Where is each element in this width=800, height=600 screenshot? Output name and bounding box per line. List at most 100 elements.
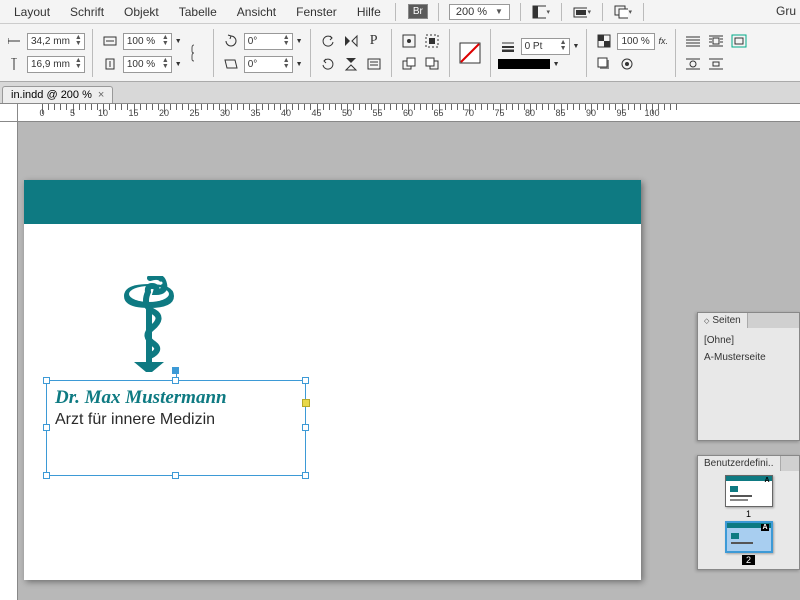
doctor-name-text: Dr. Max Mustermann (47, 381, 305, 409)
horizontal-ruler[interactable]: 0510152025303540455055606570758085909510… (18, 104, 800, 122)
user-defined-panel[interactable]: Benutzerdefini.. A 1 A 2 (697, 455, 800, 570)
text-frame-options-icon[interactable] (364, 54, 384, 74)
menu-layout[interactable]: Layout (4, 5, 60, 19)
resize-handle-mr[interactable] (302, 424, 309, 431)
menu-objekt[interactable]: Objekt (114, 5, 169, 19)
shear-field[interactable]: 0°▲▼ (244, 56, 293, 73)
scale-x-icon (100, 31, 120, 51)
scale-y-field[interactable]: 100 %▲▼ (123, 56, 172, 73)
fill-none-icon[interactable] (457, 40, 483, 66)
frame-fitting-icon[interactable] (729, 31, 749, 51)
separator (310, 29, 311, 77)
document-tab[interactable]: in.indd @ 200 % × (2, 86, 113, 103)
chevron-down-icon[interactable]: ▼ (573, 43, 580, 50)
stepper-icon[interactable]: ▲▼ (160, 35, 171, 47)
opacity-field[interactable]: 100 % (617, 33, 655, 50)
separator (438, 3, 439, 21)
ruler-origin[interactable] (0, 104, 18, 122)
separator (490, 29, 491, 77)
rotate-icon (221, 31, 241, 51)
master-none-entry[interactable]: [Ohne] (702, 332, 795, 349)
thumb-label-1: 1 (746, 509, 751, 519)
stepper-icon[interactable]: ▲▼ (558, 40, 569, 52)
drop-shadow-icon[interactable] (594, 54, 614, 74)
resize-handle-bl[interactable] (43, 472, 50, 479)
pages-panel[interactable]: ◇Seiten [Ohne] A-Musterseite (697, 312, 800, 441)
stepper-icon[interactable]: ▲▼ (160, 58, 171, 70)
page-thumb-1[interactable]: A (725, 475, 773, 507)
stroke-style-swatch[interactable] (498, 59, 550, 69)
scale-y-icon (100, 54, 120, 74)
flip-v-icon[interactable] (341, 54, 361, 74)
flip-h-icon[interactable] (341, 31, 361, 51)
stepper-icon[interactable]: ▲▼ (73, 58, 84, 70)
selected-text-frame[interactable]: Dr. Max Mustermann Arzt für innere Mediz… (46, 380, 306, 476)
x-icon (4, 31, 24, 51)
menu-fenster[interactable]: Fenster (286, 5, 347, 19)
master-a-entry[interactable]: A-Musterseite (702, 349, 795, 366)
chevron-down-icon[interactable]: ▼ (175, 61, 182, 68)
resize-handle-br[interactable] (302, 472, 309, 479)
vertical-ruler[interactable] (0, 122, 18, 600)
menu-ansicht[interactable]: Ansicht (227, 5, 286, 19)
separator (92, 29, 93, 77)
chevron-down-icon[interactable]: ▼ (553, 61, 560, 68)
separator (213, 29, 214, 77)
text-wrap-shape-icon[interactable] (683, 54, 703, 74)
user-panel-tab[interactable]: Benutzerdefini.. (698, 456, 781, 471)
text-wrap-jump-icon[interactable] (706, 54, 726, 74)
stroke-weight-field[interactable]: 0 Pt▲▼ (521, 38, 570, 55)
document-tab-bar: in.indd @ 200 % × (0, 82, 800, 104)
text-wrap-none-icon[interactable] (683, 31, 703, 51)
stepper-icon[interactable]: ▲▼ (281, 35, 292, 47)
link-scale-icon[interactable] (186, 43, 206, 63)
select-prev-icon[interactable] (399, 54, 419, 74)
doctor-subtitle-text: Arzt für innere Medizin (47, 409, 305, 431)
rotate-field[interactable]: 0°▲▼ (244, 33, 293, 50)
bridge-icon[interactable]: Br (408, 4, 428, 19)
stepper-icon[interactable]: ▲▼ (281, 58, 292, 70)
select-next-icon[interactable] (422, 54, 442, 74)
rotate-cw-icon[interactable] (318, 54, 338, 74)
paragraph-icon[interactable]: P (364, 31, 384, 51)
medical-bowl-snake-logo (114, 276, 184, 381)
y-icon (4, 54, 24, 74)
arrange-icon[interactable]: ▾ (613, 3, 633, 21)
workspace: Dr. Max Mustermann Arzt für innere Mediz… (0, 122, 800, 600)
resize-handle-tm[interactable] (172, 377, 179, 384)
menu-tabelle[interactable]: Tabelle (169, 5, 227, 19)
screen-mode-icon[interactable]: ▾ (572, 3, 592, 21)
page-thumb-2[interactable]: A (725, 521, 773, 553)
stepper-icon[interactable]: ▲▼ (73, 35, 84, 47)
resize-handle-tl[interactable] (43, 377, 50, 384)
page-header-bar (24, 180, 641, 224)
chevron-down-icon[interactable]: ▼ (296, 38, 303, 45)
select-container-icon[interactable] (399, 31, 419, 51)
select-content-icon[interactable] (422, 31, 442, 51)
rotate-ccw-icon[interactable] (318, 31, 338, 51)
separator (520, 3, 521, 21)
chevron-down-icon[interactable]: ▼ (175, 38, 182, 45)
live-corner-handle[interactable] (302, 399, 310, 407)
stroke-weight-icon (498, 36, 518, 56)
close-icon[interactable]: × (98, 89, 104, 101)
x-position-field[interactable]: 34,2 mm▲▼ (27, 33, 85, 50)
truncated-right-menu: Gru (776, 4, 796, 18)
menu-hilfe[interactable]: Hilfe (347, 5, 391, 19)
effects-label[interactable]: fx. (658, 36, 668, 46)
resize-handle-bm[interactable] (172, 472, 179, 479)
resize-handle-ml[interactable] (43, 424, 50, 431)
pasteboard[interactable]: Dr. Max Mustermann Arzt für innere Mediz… (18, 122, 800, 600)
menu-schrift[interactable]: Schrift (60, 5, 114, 19)
resize-handle-tr[interactable] (302, 377, 309, 384)
chevron-down-icon[interactable]: ▼ (296, 61, 303, 68)
rotation-handle[interactable] (172, 367, 179, 374)
text-wrap-bounding-icon[interactable] (706, 31, 726, 51)
document-page[interactable]: Dr. Max Mustermann Arzt für innere Mediz… (24, 180, 641, 580)
pages-panel-tab[interactable]: ◇Seiten (698, 313, 748, 328)
y-position-field[interactable]: 16,9 mm▲▼ (27, 56, 85, 73)
scale-x-field[interactable]: 100 %▲▼ (123, 33, 172, 50)
zoom-level-field[interactable]: 200 %▼ (449, 4, 510, 20)
effects-more-icon[interactable] (617, 54, 637, 74)
view-mode-icon[interactable]: ▾ (531, 3, 551, 21)
